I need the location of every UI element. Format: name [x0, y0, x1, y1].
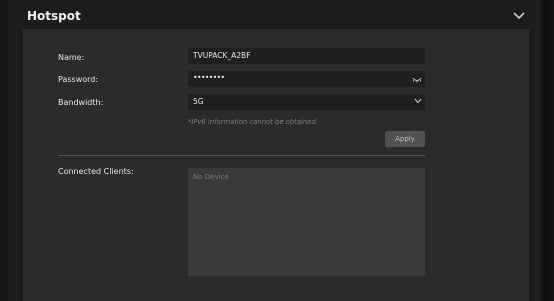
connected-clients-list[interactable]: No Device [188, 168, 425, 276]
password-field[interactable]: •••••••• [188, 71, 425, 87]
connected-clients-label: Connected Clients: [58, 167, 134, 176]
bandwidth-value: 5G [193, 97, 204, 106]
chevron-down-icon [414, 98, 422, 104]
apply-button[interactable]: Apply [385, 131, 425, 147]
scrollbar-track[interactable] [541, 0, 554, 301]
password-label: Password: [58, 75, 99, 84]
scrollbar-thumb[interactable] [544, 0, 548, 301]
divider [58, 155, 425, 156]
password-value: •••••••• [193, 73, 225, 82]
section-title: Hotspot [27, 9, 81, 23]
bandwidth-select[interactable]: 5G [188, 94, 425, 110]
name-field[interactable]: TVUPACK_A2BF [188, 48, 425, 64]
no-device-text: No Device [193, 173, 229, 181]
name-label: Name: [58, 53, 85, 62]
eye-icon[interactable] [412, 75, 422, 83]
name-value: TVUPACK_A2BF [193, 51, 251, 60]
bandwidth-label: Bandwidth: [58, 98, 104, 107]
collapse-chevron-icon[interactable] [512, 11, 526, 21]
ipv6-note: *IPv6 information cannot be obtained. [188, 118, 318, 126]
